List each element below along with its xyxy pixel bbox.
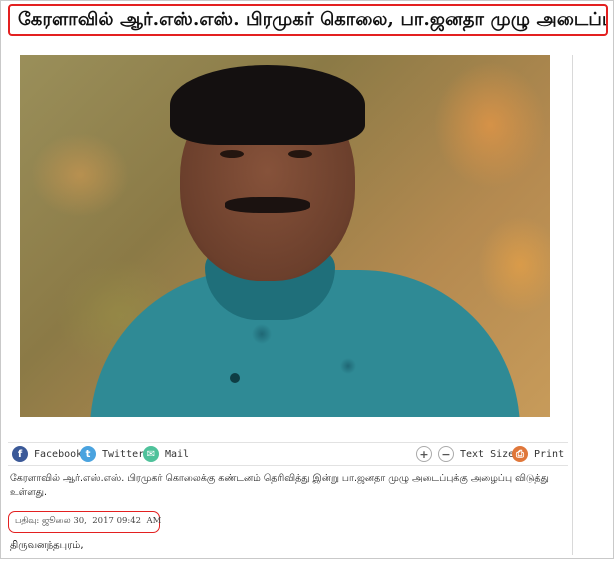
facebook-icon: f bbox=[12, 446, 28, 462]
article-photo bbox=[20, 55, 550, 417]
published-date-highlight: பதிவு: ஜூலை 30, 2017 09:42 AM bbox=[8, 511, 161, 533]
published-date: பதிவு: ஜூலை 30, 2017 09:42 AM bbox=[15, 516, 161, 527]
dateline: திருவனந்தபுரம், bbox=[10, 540, 84, 551]
article-summary: கேரளாவில் ஆர்.எஸ்.எஸ். பிரமுகர் கொலைக்கு… bbox=[10, 473, 549, 498]
photo-shirt-button bbox=[230, 373, 240, 383]
article-headline: கேரளாவில் ஆர்.எஸ்.எஸ். பிரமுகர் கொலை, பா… bbox=[18, 9, 606, 30]
minus-icon: − bbox=[438, 446, 454, 462]
twitter-icon: t bbox=[80, 446, 96, 462]
facebook-label: Facebook bbox=[34, 448, 83, 460]
facebook-share-button[interactable]: f Facebook bbox=[12, 445, 82, 463]
mail-share-button[interactable]: ✉ Mail bbox=[143, 445, 189, 463]
decrease-text-button[interactable]: − bbox=[438, 445, 454, 463]
increase-text-button[interactable]: + bbox=[416, 445, 432, 463]
print-button[interactable]: ⎙ Print bbox=[512, 445, 564, 463]
print-label: Print bbox=[534, 448, 565, 460]
photo-eye-left bbox=[220, 150, 244, 158]
share-bar: f Facebook t Twitter ✉ Mail + − Text Siz… bbox=[8, 442, 568, 466]
photo-moustache bbox=[225, 197, 310, 213]
published-datetime: ஜூலை 30, 2017 09:42 AM bbox=[42, 516, 162, 526]
print-icon: ⎙ bbox=[512, 446, 528, 462]
photo-hair bbox=[170, 65, 365, 145]
column-divider bbox=[572, 55, 573, 555]
mail-label: Mail bbox=[165, 448, 190, 460]
twitter-share-button[interactable]: t Twitter bbox=[80, 445, 144, 463]
published-label: பதிவு: bbox=[15, 516, 40, 526]
photo-eye-right bbox=[288, 150, 312, 158]
headline-highlight: கேரளாவில் ஆர்.எஸ்.எஸ். பிரமுகர் கொலை, பா… bbox=[8, 4, 608, 36]
text-size-label: Text Size bbox=[460, 448, 515, 460]
mail-icon: ✉ bbox=[143, 446, 159, 462]
twitter-label: Twitter bbox=[102, 448, 145, 460]
plus-icon: + bbox=[416, 446, 432, 462]
